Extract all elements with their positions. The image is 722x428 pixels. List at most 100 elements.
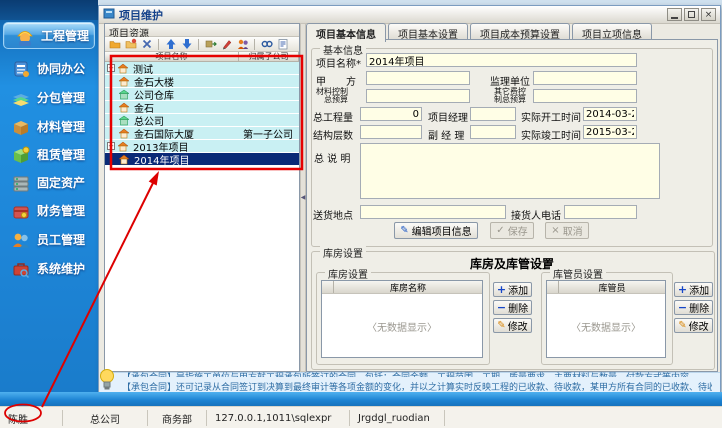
receiver-phone-input[interactable] xyxy=(564,205,637,219)
status-bar: 陈胜 总公司 商务部 127.0.0.1,1011\sqlexpr Jrgdgl… xyxy=(0,406,722,428)
actual-finish-label: 实际竣工时间 xyxy=(521,127,581,142)
receiver-phone-label: 接货人电话 xyxy=(511,207,561,222)
move-down-icon[interactable] xyxy=(180,38,193,51)
tree-row-selected[interactable]: 2014年项目 xyxy=(105,153,299,166)
summary-label: 总 说 明 xyxy=(314,150,350,165)
minus-icon: − xyxy=(678,303,687,313)
minimize-icon xyxy=(671,17,678,19)
tip-line-1-clipped: 【承包合同】是指施工单位与甲方就工程承包所签订的合同，包括：合同金额、工程范围、… xyxy=(122,370,712,377)
deputy-manager-input[interactable] xyxy=(470,125,516,139)
column-project-name[interactable]: 项目名称 xyxy=(105,52,239,62)
sidebar-item-system[interactable]: 系统维护 xyxy=(0,254,98,283)
no-data-text: 〈无数据显示〉 xyxy=(547,319,665,334)
status-company: 总公司 xyxy=(63,410,148,426)
keeper-subgroup-label: 库管员设置 xyxy=(550,266,606,281)
cancel-icon: × xyxy=(551,225,559,236)
tab-basic-info[interactable]: 项目基本信息 xyxy=(306,23,386,42)
plus-icon: + xyxy=(678,285,687,295)
people-icon xyxy=(10,230,32,250)
house-icon xyxy=(118,154,130,165)
total-quantity-input[interactable] xyxy=(360,107,422,121)
project-manager-input[interactable] xyxy=(470,107,516,121)
keeper-table[interactable]: 库管员 〈无数据显示〉 xyxy=(546,280,666,358)
toolbar-separator xyxy=(198,39,199,50)
green-cube-icon xyxy=(10,145,32,165)
subsidiary-cell: 第一子公司 xyxy=(243,126,293,141)
actual-start-input[interactable] xyxy=(583,107,637,121)
dialog-titlebar[interactable]: 项目维护 × xyxy=(99,6,720,24)
users-icon[interactable] xyxy=(236,38,249,51)
sidebar-item-label: 协同办公 xyxy=(37,60,85,77)
sidebar-item-leasing[interactable]: 租赁管理 xyxy=(0,140,98,169)
floors-input[interactable] xyxy=(360,125,422,139)
toolbox-icon xyxy=(10,259,32,279)
lightbulb-icon xyxy=(99,368,115,393)
search-icon[interactable] xyxy=(260,38,273,51)
pencil-icon: ✎ xyxy=(678,320,686,331)
other-budget-input[interactable] xyxy=(533,89,637,103)
keeper-add-button[interactable]: +添加 xyxy=(674,282,713,297)
column-subsidiary[interactable]: 归属子公司 xyxy=(239,52,299,62)
house-icon xyxy=(118,128,130,139)
sidebar-item-materials[interactable]: 材料管理 xyxy=(0,112,98,141)
transfer-icon[interactable] xyxy=(204,38,217,51)
warehouse-icon xyxy=(118,115,130,126)
sidebar-item-collaboration[interactable]: 协同办公 xyxy=(0,54,98,83)
sidebar-item-label: 固定资产 xyxy=(37,174,85,191)
save-button[interactable]: ✓ 保存 xyxy=(490,222,534,239)
box-icon xyxy=(10,117,32,137)
open-folder-icon[interactable] xyxy=(108,38,121,51)
dialog-icon xyxy=(103,7,115,22)
sidebar-item-label: 分包管理 xyxy=(37,89,85,106)
warehouse-modify-button[interactable]: ✎修改 xyxy=(493,318,532,333)
project-manager-label: 项目经理 xyxy=(428,109,468,124)
supervisor-input[interactable] xyxy=(533,71,637,85)
report-icon[interactable] xyxy=(276,38,289,51)
edit-project-button[interactable]: ✎ 编辑项目信息 xyxy=(394,222,478,239)
actual-finish-input[interactable] xyxy=(583,125,637,139)
close-button[interactable]: × xyxy=(701,8,716,21)
pen-icon: ✎ xyxy=(400,225,408,236)
edit-folder-icon[interactable] xyxy=(124,38,137,51)
keeper-delete-button[interactable]: −删除 xyxy=(674,300,713,315)
status-database: Jrgdgl_ruodian xyxy=(350,410,445,426)
minus-icon: − xyxy=(497,303,506,313)
expand-icon[interactable]: + xyxy=(107,142,115,150)
delete-icon[interactable] xyxy=(140,38,153,51)
warehouse-delete-button[interactable]: −删除 xyxy=(493,300,532,315)
cards-icon xyxy=(10,88,32,108)
warehouse-add-button[interactable]: +添加 xyxy=(493,282,532,297)
house-icon xyxy=(117,141,129,152)
material-budget-input[interactable] xyxy=(366,89,470,103)
expand-icon[interactable]: + xyxy=(107,64,115,72)
sidebar-item-engineering[interactable]: 工程管理 xyxy=(3,22,95,49)
pencil-icon: ✎ xyxy=(497,320,505,331)
party-a-input[interactable] xyxy=(366,71,470,85)
server-icon xyxy=(10,173,32,193)
sidebar-item-label: 财务管理 xyxy=(37,202,85,219)
cancel-button[interactable]: × 取消 xyxy=(545,222,589,239)
save-icon: ✓ xyxy=(496,225,504,236)
sidebar-item-fixed-assets[interactable]: 固定资产 xyxy=(0,168,98,197)
delivery-location-input[interactable] xyxy=(360,205,506,219)
tree-panel-header: 项目资源 xyxy=(105,24,299,37)
worker-icon xyxy=(14,26,36,46)
sidebar-item-subcontract[interactable]: 分包管理 xyxy=(0,83,98,112)
keeper-column: 库管员 xyxy=(559,281,665,293)
maximize-button[interactable] xyxy=(684,8,699,21)
summary-textarea[interactable] xyxy=(360,143,660,199)
project-name-input[interactable] xyxy=(366,53,637,67)
toolbar-separator xyxy=(158,39,159,50)
minimize-button[interactable] xyxy=(667,8,682,21)
edit-pen-icon[interactable] xyxy=(220,38,233,51)
move-up-icon[interactable] xyxy=(164,38,177,51)
tip-strip: 【承包合同】是指施工单位与甲方就工程承包所签订的合同，包括：合同金额、工程范围、… xyxy=(100,372,720,392)
tab-strip: 项目基本信息 项目基本设置 项目成本预算设置 项目立项信息 xyxy=(306,23,652,40)
deputy-manager-label: 副 经 理 xyxy=(428,127,464,142)
keeper-modify-button[interactable]: ✎修改 xyxy=(674,318,713,333)
warehouse-table[interactable]: 库房名称 〈无数据显示〉 xyxy=(321,280,483,358)
sidebar-item-finance[interactable]: 财务管理 xyxy=(0,196,98,225)
floors-label: 结构层数 xyxy=(313,127,353,142)
sidebar-item-employees[interactable]: 员工管理 xyxy=(0,225,98,254)
sidebar-item-label: 系统维护 xyxy=(37,260,85,277)
